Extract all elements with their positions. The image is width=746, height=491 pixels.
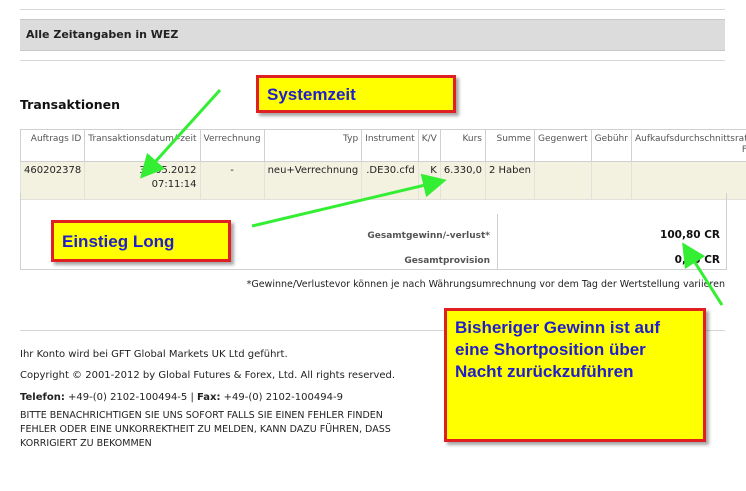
einstieg-arrow (251, 173, 447, 228)
systemzeit-arrow (139, 88, 222, 179)
annotation-arrows (139, 88, 724, 306)
gewinn-arrow (682, 242, 724, 306)
